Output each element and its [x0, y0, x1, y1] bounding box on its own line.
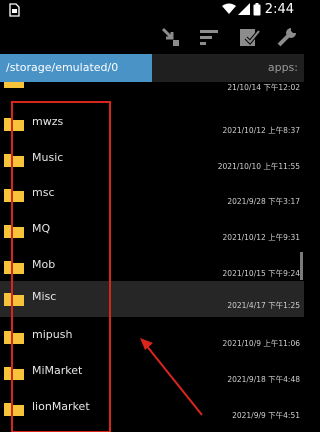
- import-icon[interactable]: [160, 26, 182, 48]
- clock: 2:44: [264, 2, 294, 17]
- list-item[interactable]: lionMarket 2021/9/9 下午4:51: [0, 391, 304, 427]
- folder-icon: [4, 331, 24, 344]
- path-bar: /storage/emulated/0 apps:: [0, 54, 304, 82]
- folder-icon: [4, 261, 24, 274]
- folder-icon: [4, 154, 24, 167]
- sim-icon: [9, 3, 20, 17]
- file-name: mipush: [32, 328, 73, 341]
- list-item[interactable]: Mob 2021/10/15 下午9:24: [0, 249, 304, 285]
- list-item[interactable]: MQ 2021/10/12 上午9:31: [0, 213, 304, 249]
- folder-icon: [4, 82, 24, 88]
- file-name: mwzs: [32, 115, 64, 128]
- folder-icon: [4, 403, 24, 416]
- file-date: 2021/10/12 上午8:37: [222, 126, 300, 135]
- file-date: 2021/9/28 下午3:17: [227, 197, 300, 206]
- file-name: MiMarket: [32, 364, 83, 377]
- status-bar: 2:44: [0, 0, 304, 20]
- file-list: 21/10/14 下午12:02 mwzs 2021/10/12 上午8:37 …: [0, 82, 304, 432]
- scrollbar-thumb[interactable]: [300, 252, 303, 280]
- signal-icon: [238, 3, 250, 15]
- folder-icon: [4, 367, 24, 380]
- apps-path-tab[interactable]: apps:: [152, 54, 304, 82]
- file-name: MQ: [32, 222, 51, 235]
- file-date: 2021/10/12 上午9:31: [222, 233, 300, 242]
- file-name: Misc: [32, 290, 57, 303]
- list-item[interactable]: mwzs 2021/10/12 上午8:37: [0, 106, 304, 142]
- file-date: 21/10/14 下午12:02: [227, 83, 300, 92]
- list-item[interactable]: MiMarket 2021/9/18 下午4:48: [0, 355, 304, 391]
- list-item[interactable]: mipush 2021/10/9 上午11:06: [0, 319, 304, 355]
- sort-icon[interactable]: [198, 26, 220, 48]
- folder-icon: [4, 225, 24, 238]
- list-item[interactable]: Music 2021/10/10 上午11:55: [0, 142, 304, 178]
- folder-icon: [4, 293, 24, 306]
- select-icon[interactable]: [238, 26, 260, 48]
- wrench-icon[interactable]: [276, 26, 298, 48]
- file-date: 2021/10/15 下午9:24: [222, 269, 300, 278]
- folder-icon: [4, 118, 24, 131]
- wifi-icon: [222, 3, 236, 14]
- file-name: msc: [32, 186, 55, 199]
- current-path-tab[interactable]: /storage/emulated/0: [0, 54, 152, 82]
- file-name: lionMarket: [32, 400, 90, 413]
- toolbar: [0, 20, 304, 54]
- battery-icon: [253, 3, 261, 16]
- file-date: 2021/9/9 下午4:51: [232, 411, 300, 420]
- file-date: 2021/10/9 上午11:06: [222, 339, 300, 348]
- folder-icon: [4, 189, 24, 202]
- file-date: 2021/9/18 下午4:48: [227, 375, 300, 384]
- file-date: 2021/4/17 下午1:25: [227, 301, 300, 310]
- list-item-highlighted[interactable]: Misc 2021/4/17 下午1:25: [0, 281, 304, 317]
- list-item[interactable]: 21/10/14 下午12:02: [0, 82, 304, 99]
- file-name: Mob: [32, 258, 56, 271]
- file-date: 2021/10/10 上午11:55: [217, 162, 300, 171]
- file-name: Music: [32, 151, 64, 164]
- list-item[interactable]: msc 2021/9/28 下午3:17: [0, 177, 304, 213]
